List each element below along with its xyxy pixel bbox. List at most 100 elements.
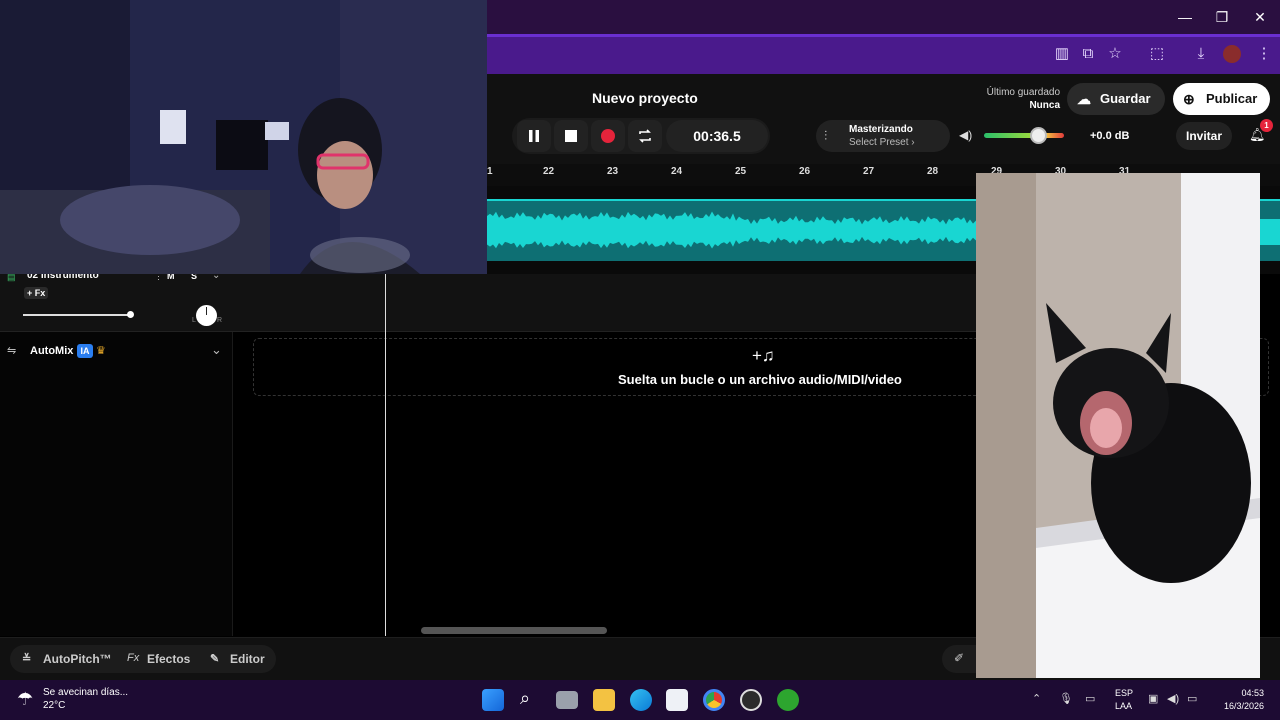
profile-avatar[interactable] [1223, 45, 1241, 63]
minimize-button[interactable]: — [1175, 8, 1195, 26]
editor-button[interactable]: Editor [230, 652, 265, 666]
obs-icon[interactable] [740, 689, 762, 711]
language-indicator[interactable]: ESP [1115, 688, 1133, 698]
volume-icon[interactable]: ◀) [1167, 692, 1179, 705]
bookmark-star-icon[interactable]: ☆ [1105, 44, 1125, 64]
ruler-number: 25 [735, 166, 747, 177]
effects-button[interactable]: Efectos [147, 652, 190, 666]
mastering-title: Masterizando [849, 124, 913, 135]
track-2-row [0, 274, 976, 332]
display-icon[interactable]: ▭ [1085, 692, 1095, 705]
browser-menu-icon[interactable]: ⋮ [1254, 44, 1274, 64]
select-preset-link[interactable]: Select Preset › [849, 137, 915, 148]
extensions-icon[interactable]: ⬚ [1147, 44, 1167, 64]
last-saved-value: Nunca [1029, 100, 1060, 111]
notification-badge: 1 [1260, 119, 1273, 132]
waveform-continued [1259, 219, 1280, 245]
add-fx-button[interactable]: + Fx [24, 287, 49, 299]
speaker-icon[interactable]: ◀) [959, 128, 972, 142]
pause-icon [529, 130, 539, 142]
ruler-number: 28 [927, 166, 939, 177]
pan-left-label: L [192, 317, 196, 324]
pause-button[interactable] [517, 120, 551, 152]
cat-picture [976, 173, 1260, 678]
sliders-icon: ⇋ [7, 345, 17, 357]
battery-icon[interactable]: ▭ [1187, 692, 1197, 705]
track-header-panel [0, 332, 233, 636]
microphone-icon[interactable]: 🎙︎ [1059, 692, 1073, 705]
last-saved-label: Último guardado [986, 87, 1060, 98]
horizontal-scrollbar[interactable] [421, 627, 607, 634]
publish-button[interactable]: ⊕ Publicar [1173, 83, 1270, 115]
autopitch-button[interactable]: AutoPitch™ [43, 652, 112, 666]
task-view-icon[interactable] [556, 691, 578, 709]
save-button[interactable]: ☁ Guardar [1067, 83, 1165, 115]
network-icon[interactable]: ▣ [1148, 692, 1158, 705]
stop-button[interactable] [554, 120, 588, 152]
autopitch-icon: ≚ [22, 653, 32, 665]
record-icon [601, 129, 615, 143]
chevron-down-icon[interactable]: ⌄ [211, 342, 222, 358]
cloud-upload-icon: ☁ [1077, 91, 1091, 107]
clock-date[interactable]: 16/3/2026 [1216, 701, 1264, 711]
invite-button[interactable]: Invitar [1176, 122, 1232, 150]
webcam-picture [0, 0, 487, 274]
track-2-volume-handle[interactable] [127, 311, 134, 318]
weather-temperature: 22°C [43, 700, 66, 711]
download-icon[interactable]: ⤓ [1191, 44, 1211, 64]
publish-button-label: Publicar [1206, 91, 1258, 106]
ruler-number: 23 [607, 166, 619, 177]
edge-icon[interactable] [630, 689, 652, 711]
audio-clip[interactable] [487, 199, 976, 261]
feather-icon: ✐ [954, 651, 965, 665]
mixer-icon: ⫶ [824, 128, 828, 143]
reading-list-icon[interactable]: ▥ [1052, 44, 1072, 64]
fx-icon: Fx [127, 652, 140, 664]
chrome-icon[interactable] [703, 689, 725, 711]
stop-icon [565, 130, 577, 142]
time-display: 00:36.5 [666, 120, 768, 152]
close-button[interactable]: ✕ [1250, 8, 1270, 26]
master-volume-readout: +0.0 dB [1090, 130, 1130, 142]
xbox-icon[interactable] [777, 689, 799, 711]
clock-time[interactable]: 04:53 [1230, 688, 1264, 698]
add-music-icon: +♫ [752, 346, 775, 365]
pencil-icon: ✎ [210, 653, 220, 665]
loop-button[interactable] [628, 120, 662, 152]
drop-zone-text: Suelta un bucle o un archivo audio/MIDI/… [618, 372, 902, 387]
pan-indicator [206, 307, 207, 315]
master-volume-knob[interactable] [1029, 127, 1047, 144]
weather-rain-icon[interactable]: ☂ [17, 689, 33, 710]
maximize-button[interactable]: ❐ [1212, 8, 1232, 26]
crown-icon: ♛ [96, 345, 106, 357]
loop-icon [639, 129, 651, 143]
file-explorer-icon[interactable] [593, 689, 615, 711]
playhead[interactable] [385, 274, 386, 636]
track-2-pan-knob[interactable] [196, 305, 217, 326]
automix-label[interactable]: AutoMix [30, 345, 73, 357]
pan-right-label: R [217, 317, 223, 324]
bottom-right-tools[interactable]: ✐ [942, 645, 978, 673]
cast-icon[interactable]: ⧉ [1078, 44, 1098, 64]
chevron-up-icon[interactable]: ⌃ [1032, 692, 1041, 705]
master-volume-slider[interactable] [984, 133, 1064, 138]
ruler-number: 27 [863, 166, 875, 177]
search-icon[interactable]: ⌕ [520, 688, 530, 709]
ruler-number: 1 [487, 166, 493, 177]
weather-title[interactable]: Se avecinan días... [43, 687, 128, 698]
waveform [487, 211, 976, 249]
ruler-number: 22 [543, 166, 555, 177]
project-title[interactable]: Nuevo proyecto [592, 90, 698, 106]
save-button-label: Guardar [1100, 91, 1151, 106]
webcam-overlay [0, 0, 487, 274]
globe-icon: ⊕ [1183, 91, 1195, 107]
record-button[interactable] [591, 120, 625, 152]
store-icon[interactable] [666, 689, 688, 711]
track-2-volume-slider[interactable] [23, 314, 130, 316]
windows-start-icon[interactable] [482, 689, 504, 711]
cat-video-overlay [976, 173, 1260, 678]
ruler-number: 26 [799, 166, 811, 177]
keyboard-layout: LAA [1115, 701, 1133, 711]
audio-clip-continued[interactable] [1259, 199, 1280, 261]
ia-badge: IA [77, 344, 93, 358]
